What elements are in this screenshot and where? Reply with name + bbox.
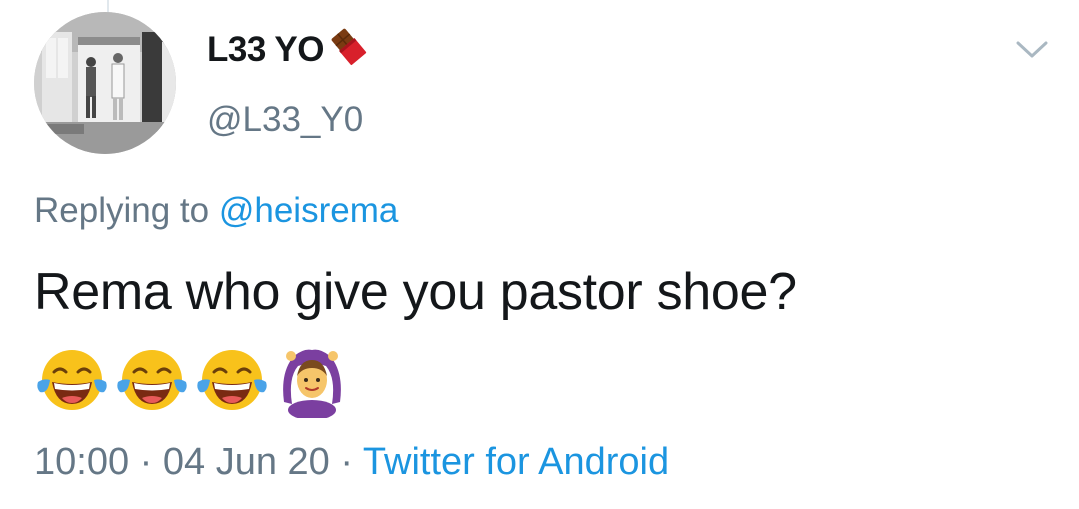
- chevron-down-icon[interactable]: [1014, 37, 1050, 61]
- avatar[interactable]: [34, 12, 176, 154]
- display-name[interactable]: L33 YO: [207, 30, 324, 70]
- avatar-photo: [34, 12, 176, 154]
- mention-link[interactable]: @heisrema: [219, 191, 398, 230]
- display-name-row[interactable]: L33 YO: [207, 28, 368, 72]
- meta-separator: ·: [340, 441, 354, 483]
- user-handle[interactable]: @L33_Y0: [207, 100, 363, 140]
- face-with-tears-of-joy-icon: [37, 350, 107, 410]
- replying-prefix: Replying to: [34, 191, 210, 230]
- emoji-row: [34, 342, 350, 418]
- chocolate-bar-icon: [331, 28, 367, 66]
- tweet-meta: 10:00 · 04 Jun 20 · Twitter for Android: [34, 441, 669, 484]
- replying-to: Replying to @heisrema: [34, 191, 398, 231]
- tweet-text: Rema who give you pastor shoe?: [34, 263, 797, 321]
- meta-separator: ·: [139, 441, 153, 483]
- face-with-tears-of-joy-icon: [117, 350, 187, 410]
- woman-gesturing-ok-icon: [283, 349, 341, 418]
- tweet-source-link[interactable]: Twitter for Android: [363, 441, 669, 483]
- face-with-tears-of-joy-icon: [197, 350, 267, 410]
- tweet-time[interactable]: 10:00: [34, 441, 129, 483]
- tweet-date[interactable]: 04 Jun 20: [163, 441, 330, 483]
